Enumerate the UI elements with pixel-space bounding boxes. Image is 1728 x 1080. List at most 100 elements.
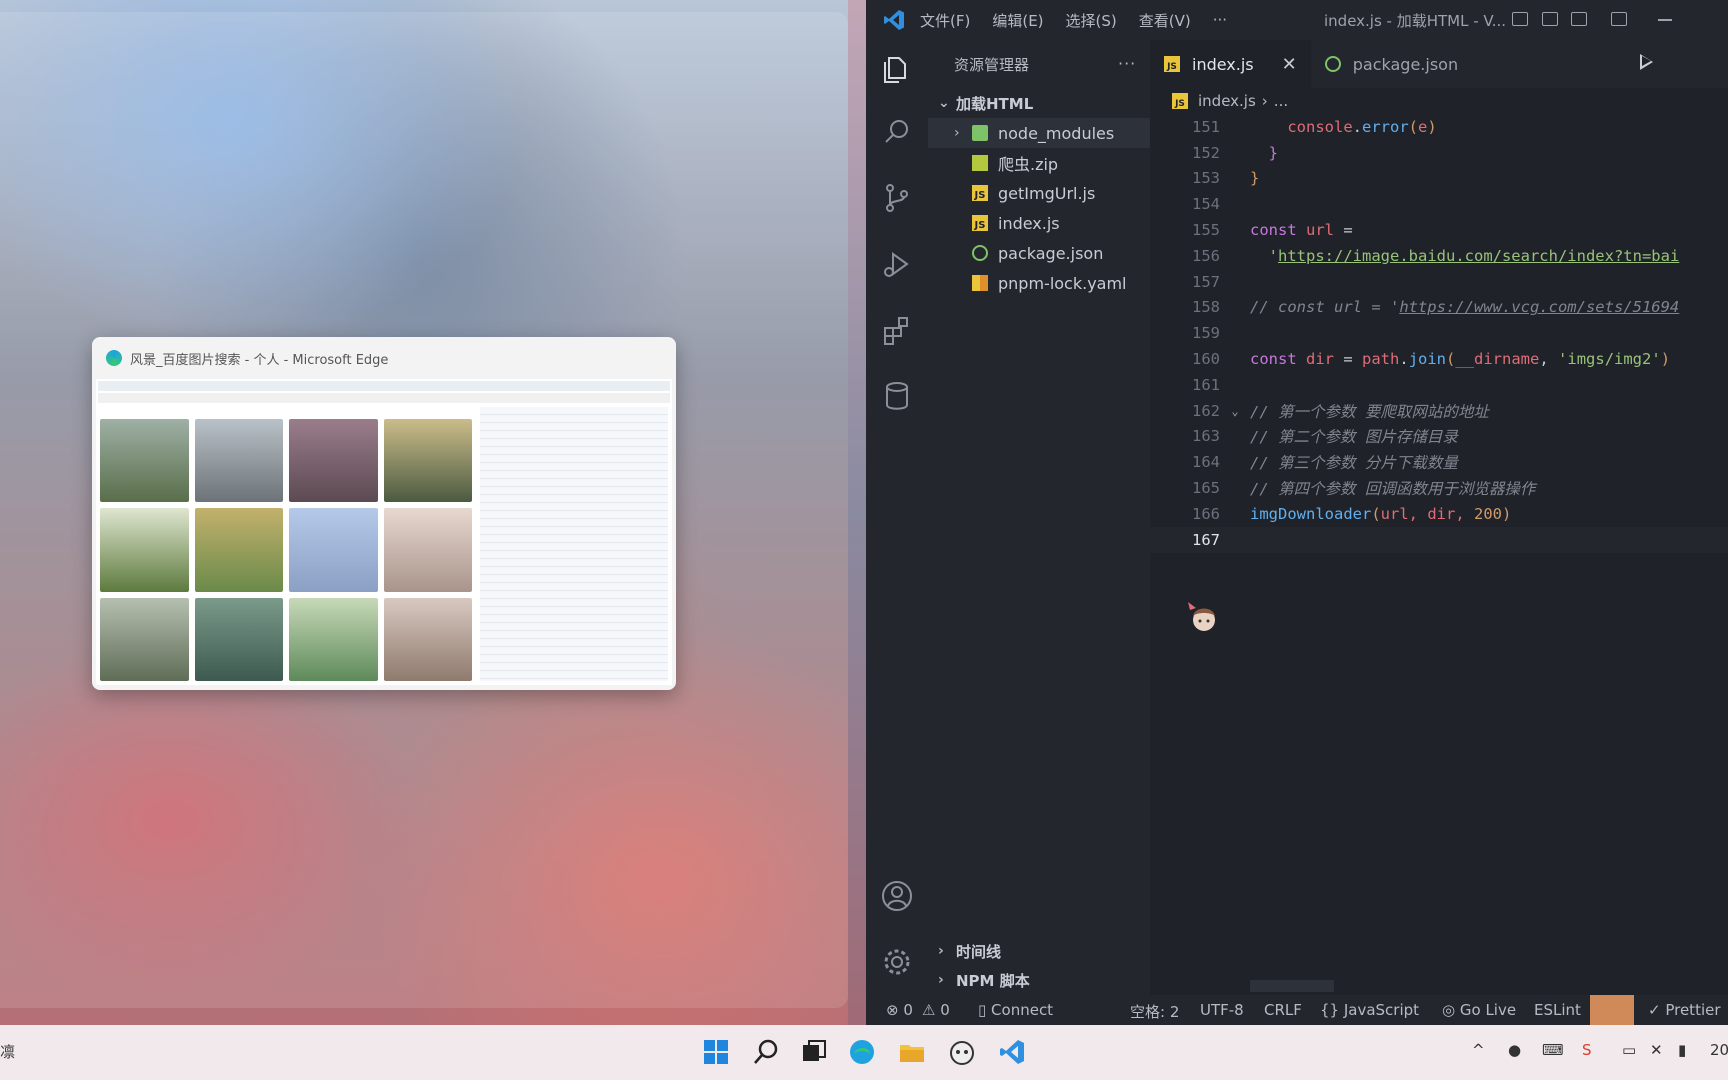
customize-layout-icon[interactable] [1611,12,1627,26]
json-icon [972,245,988,261]
window-title: index.js - 加载HTML - V... [1324,11,1507,30]
fold-chevron-icon[interactable]: ⌄ [1220,404,1250,418]
toggle-panel-icon[interactable] [1542,12,1558,26]
code-line: 159 [1150,320,1728,346]
go-live-button[interactable]: ◎ Go Live [1442,1001,1516,1019]
code-url[interactable]: https://image.baidu.com/search/index?tn=… [1278,247,1679,265]
menu-edit[interactable]: 编辑(E) [992,10,1043,31]
database-icon[interactable] [879,378,915,414]
sogou-icon[interactable]: S [1582,1041,1592,1059]
search-icon[interactable] [879,114,915,150]
line-number: 160 [1192,350,1220,369]
horizontal-scrollbar[interactable] [1250,980,1334,992]
eslint-status[interactable]: ESLint [1534,1001,1581,1019]
run-file-icon[interactable] [1640,54,1653,70]
settings-gear-icon[interactable] [879,944,915,980]
run-debug-icon[interactable] [879,246,915,282]
breadcrumb-file[interactable]: index.js [1198,92,1256,110]
line-number: 165 [1192,479,1220,498]
timeline-section[interactable]: › 时间线 [928,936,1160,966]
menu-selection[interactable]: 选择(S) [1066,10,1117,31]
code-line: 157 [1150,269,1728,295]
copilot-icon[interactable] [1590,995,1634,1025]
vscode-window: 文件(F) 编辑(E) 选择(S) 查看(V) ··· index.js - 加… [866,0,1728,1025]
network-icon[interactable]: ▭ [1622,1041,1636,1059]
tree-item-pnpm-lock[interactable]: pnpm-lock.yaml [928,268,1150,298]
eol-status[interactable]: CRLF [1264,1001,1302,1019]
tree-item-node-modules[interactable]: › node_modules [928,118,1150,148]
task-view-icon[interactable] [800,1038,828,1066]
edge-browser-icon[interactable] [848,1038,876,1066]
line-number: 166 [1192,504,1220,523]
windows-start-icon[interactable] [702,1038,730,1066]
input-method-icon[interactable]: ⌨ [1542,1041,1564,1059]
explorer-title: 资源管理器 [954,55,1030,74]
activity-bar [866,40,928,995]
close-icon[interactable]: ✕ [1282,54,1297,75]
language-status[interactable]: {} JavaScript [1320,1001,1419,1019]
search-icon[interactable] [752,1038,780,1066]
line-number: 167 [1192,530,1220,549]
zip-icon [972,155,988,171]
toggle-secondary-sidebar-icon[interactable] [1571,12,1587,26]
code-editor[interactable]: 151 console.error(e) 152 } 153 } 154 155… [1150,114,1728,553]
prettier-status[interactable]: ✓ Prettier [1648,1001,1721,1019]
file-explorer-icon[interactable] [898,1038,926,1066]
code-token: __dirname [1455,350,1540,369]
code-line: 166 imgDownloader(url, dir, 200) [1150,501,1728,527]
thumbnail-image [194,597,283,681]
chevron-right-icon: › [938,943,944,959]
breadcrumb-rest[interactable]: ... [1274,92,1288,110]
account-icon[interactable] [879,878,915,914]
extensions-icon[interactable] [879,312,915,348]
toggle-sidebar-icon[interactable] [1512,12,1528,26]
code-url[interactable]: https://www.vcg.com/sets/51694 [1399,298,1679,316]
code-line: 163 // 第二个参数 图片存储目录 [1150,424,1728,450]
source-control-icon[interactable] [879,180,915,216]
code-comment: // 第一个参数 要爬取网站的地址 [1250,402,1489,421]
editor-tabs: JS index.js ✕ package.json [1150,40,1728,88]
connect-status[interactable]: ▯ Connect [978,1001,1053,1019]
battery-icon[interactable]: ▮ [1678,1041,1686,1059]
explorer-more-button[interactable]: ··· [1118,54,1136,73]
tab-package-json[interactable]: package.json [1311,40,1472,88]
tree-item-package-json[interactable]: package.json [928,238,1150,268]
clock-fragment[interactable]: 20 [1710,1041,1728,1059]
tray-overflow-icon[interactable]: ^ [1472,1041,1485,1059]
code-comment: // const url = ' [1250,298,1400,317]
connect-label: Connect [991,1001,1054,1019]
tree-item-getimgurl[interactable]: JS getImgUrl.js [928,178,1150,208]
tree-item-index[interactable]: JS index.js [928,208,1150,238]
encoding-status[interactable]: UTF-8 [1200,1001,1244,1019]
menu-more[interactable]: ··· [1213,11,1227,29]
volume-muted-icon[interactable]: ✕ [1650,1041,1663,1059]
pet-app-icon[interactable] [948,1038,976,1066]
errors-status[interactable]: ⊗ 0 [886,1001,913,1019]
yaml-icon [972,275,988,291]
code-line: 154 [1150,191,1728,217]
js-icon: JS [972,185,988,201]
warnings-status[interactable]: ⚠ 0 [922,1001,950,1019]
vscode-taskbar-icon[interactable] [998,1038,1026,1066]
minimize-button[interactable] [1658,19,1672,21]
title-bar: 文件(F) 编辑(E) 选择(S) 查看(V) ··· index.js - 加… [866,0,1728,40]
microphone-icon[interactable]: ● [1508,1041,1521,1059]
edge-preview-title: 风景_百度图片搜索 - 个人 - Microsoft Edge [130,352,389,368]
code-line: 158 // const url = 'https://www.vcg.com/… [1150,295,1728,321]
tree-item-zip[interactable]: 爬虫.zip [928,148,1150,178]
line-number: 155 [1192,221,1220,240]
workspace-folder-label: 加载HTML [956,94,1034,113]
npm-scripts-section[interactable]: › NPM 脚本 [928,965,1160,995]
tab-index-js[interactable]: JS index.js ✕ [1150,40,1311,88]
code-line: 155 const url = [1150,217,1728,243]
pet-cursor-icon [1188,602,1215,631]
menu-file[interactable]: 文件(F) [920,10,970,31]
explorer-icon[interactable] [879,52,915,88]
code-comment: // 第二个参数 图片存储目录 [1250,428,1458,447]
edge-window-preview[interactable]: 风景_百度图片搜索 - 个人 - Microsoft Edge [92,337,676,690]
menu-view[interactable]: 查看(V) [1139,10,1191,31]
workspace-folder[interactable]: ⌄ 加载HTML [928,88,1150,118]
code-token: ) [1660,350,1671,369]
indentation-status[interactable]: 空格: 2 [1130,1001,1179,1022]
code-token: url [1306,221,1335,240]
